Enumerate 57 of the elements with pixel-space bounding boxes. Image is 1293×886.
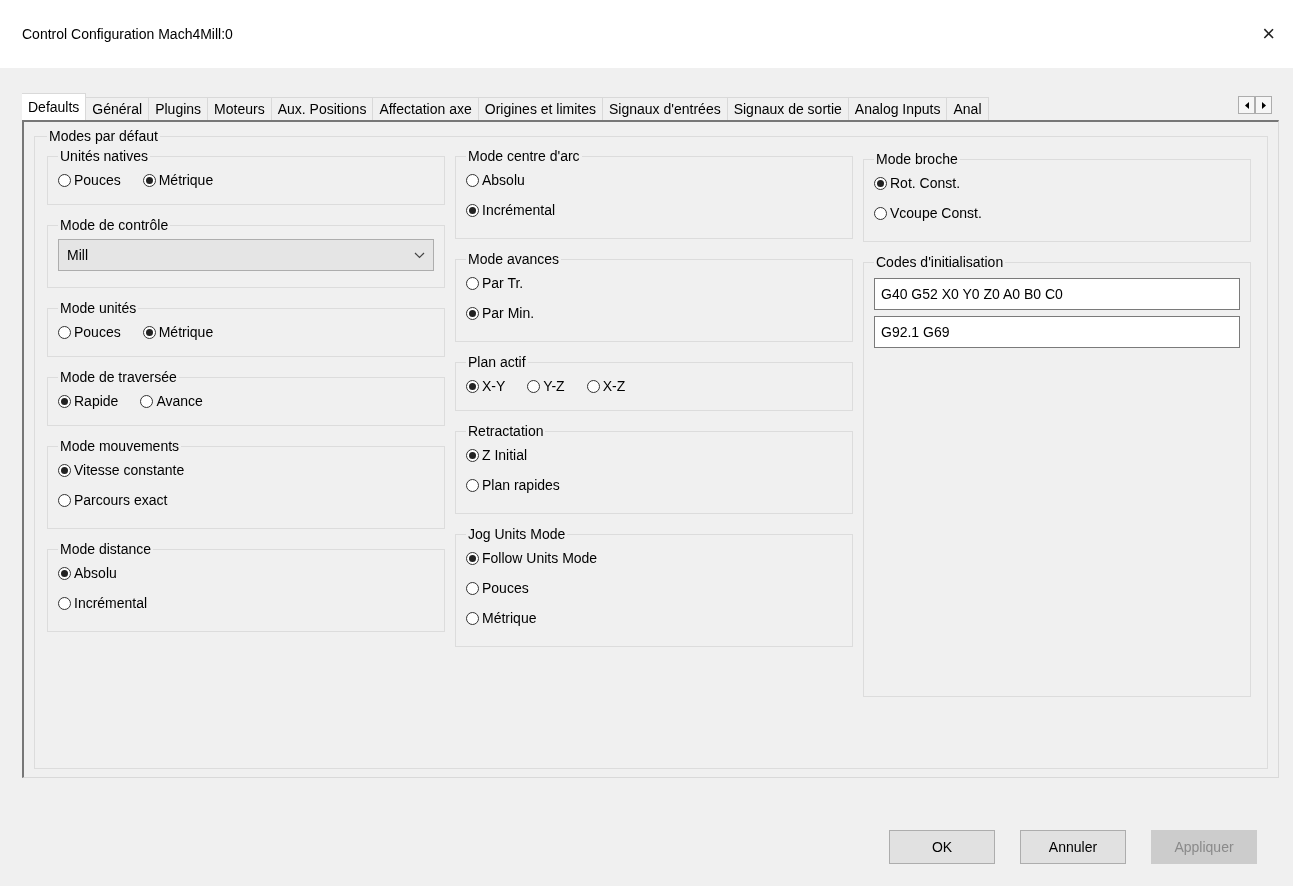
radio-button[interactable]: Z Initial	[466, 447, 842, 463]
radio-button[interactable]: Absolu	[466, 172, 842, 188]
group-title: Mode unités	[59, 300, 138, 316]
radio-button[interactable]: Rapide	[58, 393, 119, 409]
tab[interactable]: Origines et limites	[477, 97, 604, 120]
radio-button[interactable]: Incrémental	[58, 595, 434, 611]
chevron-down-icon	[414, 251, 425, 259]
group-title: Mode avances	[467, 251, 561, 267]
radio-button[interactable]: Avance	[140, 393, 203, 409]
tab[interactable]: Signaux d'entrées	[602, 97, 728, 120]
scroll-right-button[interactable]	[1255, 96, 1272, 114]
scroll-left-button[interactable]	[1238, 96, 1255, 114]
radio-button[interactable]: Absolu	[58, 565, 434, 581]
group-title: Retractation	[467, 423, 545, 439]
code-field[interactable]: G92.1 G69	[874, 316, 1240, 348]
radio-button[interactable]: Y-Z	[527, 378, 565, 394]
left-triangle-icon	[1244, 101, 1249, 109]
right-triangle-icon	[1261, 101, 1266, 109]
radio-button[interactable]: Métrique	[466, 610, 842, 626]
radio-button[interactable]: Incrémental	[466, 202, 842, 218]
radio-button[interactable]: Par Min.	[466, 305, 842, 321]
radio-button[interactable]: Métrique	[142, 324, 214, 340]
group-title: Modes par défaut	[48, 128, 159, 144]
tab[interactable]: Anal	[946, 97, 989, 120]
group-title: Mode broche	[875, 151, 959, 167]
radio-button[interactable]: Plan rapides	[466, 477, 842, 493]
tab[interactable]: Signaux de sortie	[726, 97, 849, 120]
tab[interactable]: Analog Inputs	[847, 97, 948, 120]
group-title: Mode distance	[59, 541, 153, 557]
window-title: Control Configuration Mach4Mill:0	[22, 26, 233, 42]
group-title: Unités natives	[59, 148, 149, 164]
radio-button[interactable]: X-Y	[466, 378, 506, 394]
radio-button[interactable]: Rot. Const.	[874, 175, 1240, 191]
dialog-button[interactable]: OK	[889, 830, 995, 864]
radio-button[interactable]: Métrique	[142, 172, 214, 188]
group-title: Jog Units Mode	[467, 526, 567, 542]
tab[interactable]: Plugins	[148, 97, 209, 120]
group-title: Mode de traversée	[59, 369, 178, 385]
radio-button[interactable]: Vcoupe Const.	[874, 205, 1240, 221]
group-title: Mode mouvements	[59, 438, 181, 454]
radio-button[interactable]: Par Tr.	[466, 275, 842, 291]
radio-button[interactable]: Follow Units Mode	[466, 550, 842, 566]
group-title: Mode de contrôle	[59, 217, 170, 233]
dialog-button[interactable]: Annuler	[1020, 830, 1126, 864]
close-button[interactable]: ×	[1258, 21, 1279, 47]
radio-button[interactable]: Pouces	[58, 172, 121, 188]
group-title: Plan actif	[467, 354, 527, 370]
radio-button[interactable]: Vitesse constante	[58, 462, 434, 478]
group-title: Mode centre d'arc	[467, 148, 581, 164]
mode-dropdown[interactable]: Mill	[58, 239, 434, 271]
radio-button[interactable]: Pouces	[466, 580, 842, 596]
radio-button[interactable]: X-Z	[586, 378, 626, 394]
group-title: Codes d'initialisation	[875, 254, 1005, 270]
radio-button[interactable]: Pouces	[58, 324, 121, 340]
radio-button[interactable]: Parcours exact	[58, 492, 434, 508]
tab[interactable]: Defaults	[22, 93, 87, 120]
code-field[interactable]: G40 G52 X0 Y0 Z0 A0 B0 C0	[874, 278, 1240, 310]
